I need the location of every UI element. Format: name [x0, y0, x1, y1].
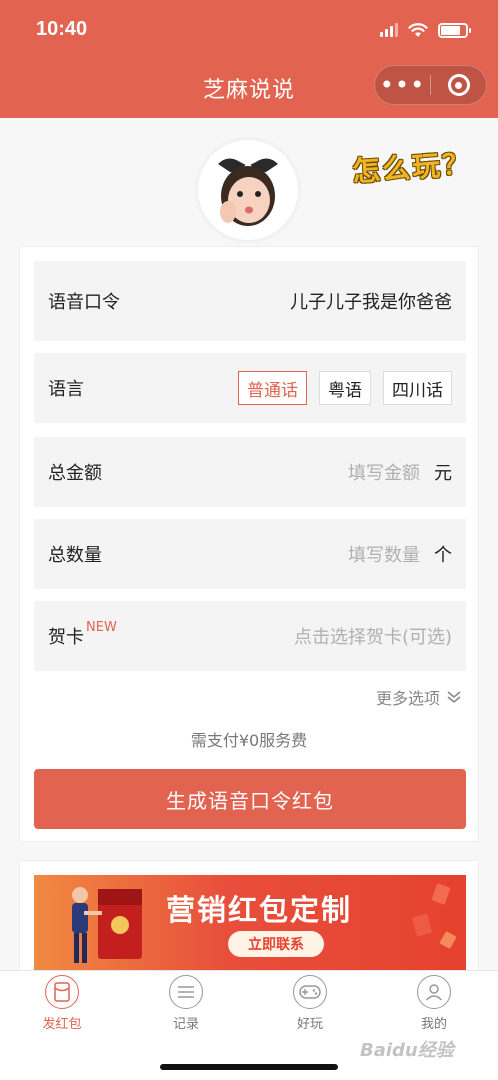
total-count-unit: 个	[434, 545, 452, 566]
more-options-label: 更多选项	[375, 689, 440, 708]
voice-command-input[interactable]: 儿子儿子我是你爸爸	[290, 288, 452, 314]
generate-red-packet-button[interactable]: 生成语音口令红包	[34, 769, 466, 829]
language-row: 语言 普通话 粤语 四川话	[34, 353, 466, 423]
more-options-toggle[interactable]: 更多选项	[376, 685, 462, 709]
banner-title: 营销红包定制	[166, 893, 353, 927]
home-indicator[interactable]	[160, 1064, 338, 1070]
mini-program-capsule: •••	[374, 65, 487, 105]
language-option-mandarin[interactable]: 普通话	[238, 371, 307, 405]
close-target-button[interactable]	[431, 74, 486, 96]
language-option-sichuanese[interactable]: 四川话	[383, 371, 452, 405]
voice-command-label: 语音口令	[48, 292, 120, 313]
tab-records[interactable]: 记录	[124, 975, 248, 1032]
signal-icon	[380, 23, 398, 37]
red-packet-form: 语音口令 儿子儿子我是你爸爸 语言 普通话 粤语 四川话 总金额 填写金额 元 …	[19, 246, 479, 842]
double-chevron-down-icon	[447, 691, 461, 704]
gamepad-icon	[293, 975, 327, 1009]
more-dots-icon[interactable]: •••	[375, 73, 430, 97]
new-badge: NEW	[86, 619, 117, 635]
greeting-card-selector[interactable]: 点击选择贺卡(可选)	[294, 623, 452, 649]
baidu-watermark: Baidu经验	[360, 1040, 454, 1061]
tab-send-red-packet[interactable]: 发红包	[0, 975, 124, 1032]
kid-avatar-illustration	[218, 158, 278, 226]
red-packet-decoration	[412, 883, 456, 949]
how-to-play-link[interactable]: 怎么玩？	[351, 142, 474, 190]
total-amount-row[interactable]: 总金额 填写金额 元	[34, 437, 466, 507]
red-packet-icon	[45, 975, 79, 1009]
target-circle-icon	[447, 74, 470, 96]
voice-command-row[interactable]: 语音口令 儿子儿子我是你爸爸	[34, 261, 466, 341]
contact-now-button[interactable]: 立即联系	[228, 931, 324, 957]
total-amount-label: 总金额	[48, 463, 102, 484]
user-icon	[417, 975, 451, 1009]
promo-banner[interactable]: 营销红包定制 立即联系	[34, 875, 466, 975]
tab-label: 我的	[420, 1017, 447, 1032]
language-options: 普通话 粤语 四川话	[226, 371, 452, 405]
total-count-row[interactable]: 总数量 填写数量 个	[34, 519, 466, 589]
tab-fun[interactable]: 好玩	[248, 975, 372, 1032]
promo-illustration	[72, 887, 142, 963]
tab-mine[interactable]: 我的	[372, 975, 496, 1032]
avatar	[198, 140, 298, 240]
tab-label: 记录	[172, 1017, 199, 1032]
total-count-label: 总数量	[48, 545, 102, 566]
total-count-input[interactable]: 填写数量	[348, 541, 420, 567]
status-icons	[380, 20, 471, 40]
total-amount-unit: 元	[434, 463, 452, 484]
wifi-icon	[408, 23, 428, 37]
greeting-card-row[interactable]: 贺卡 NEW 点击选择贺卡(可选)	[34, 601, 466, 671]
tab-label: 发红包	[42, 1017, 82, 1032]
greeting-card-label: 贺卡	[48, 627, 84, 648]
language-label: 语言	[48, 379, 84, 400]
promo-banner-card: 营销红包定制 立即联系	[19, 860, 479, 980]
status-time: 10:40	[36, 18, 88, 40]
tab-label: 好玩	[296, 1017, 323, 1032]
battery-icon	[438, 22, 471, 38]
service-fee-text: 需支付¥0服务费	[190, 731, 308, 750]
list-icon	[169, 975, 203, 1009]
total-amount-input[interactable]: 填写金额	[348, 459, 420, 485]
language-option-cantonese[interactable]: 粤语	[319, 371, 371, 405]
top-header: 10:40 芝麻说说 •••	[0, 0, 498, 118]
